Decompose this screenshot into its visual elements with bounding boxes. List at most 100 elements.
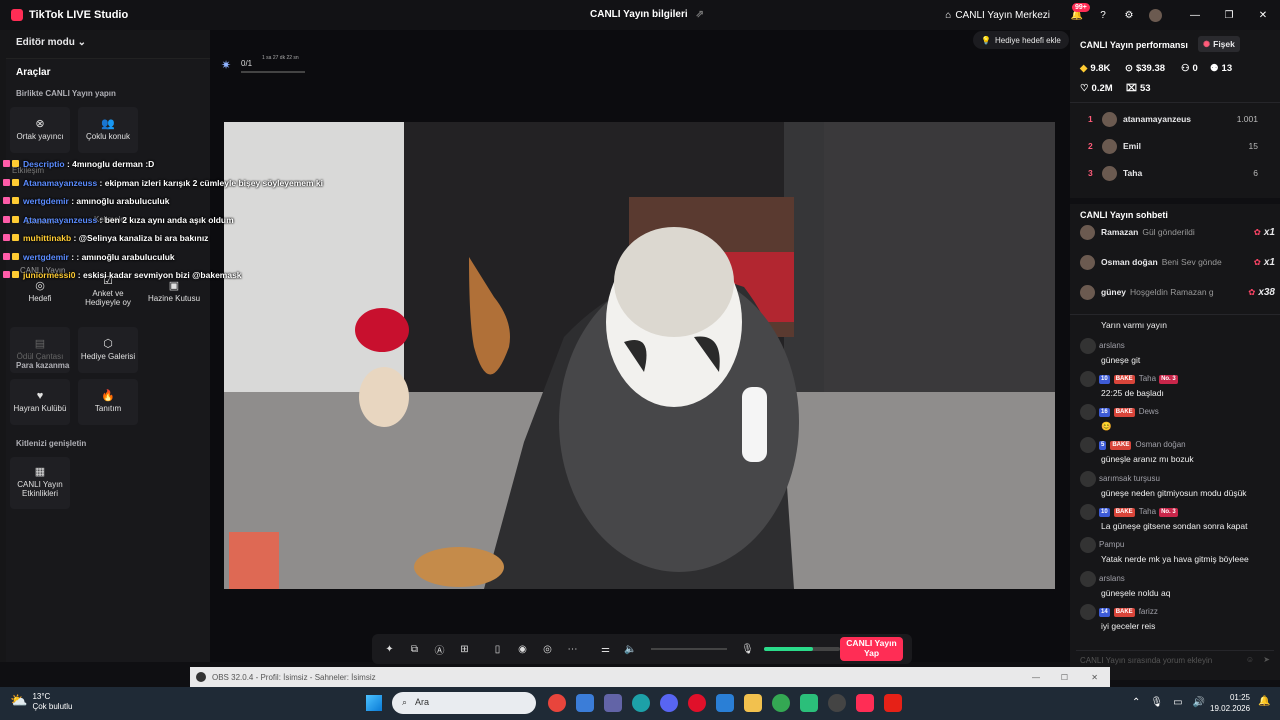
- mic-volume-slider[interactable]: [764, 647, 840, 651]
- tool-multiguest[interactable]: 👥 Çoklu konuk: [78, 107, 138, 153]
- mic-level-fill: [764, 647, 814, 651]
- mail-icon[interactable]: [716, 694, 734, 712]
- minimize-button[interactable]: —: [1178, 0, 1212, 30]
- chrome-active-icon[interactable]: [772, 694, 790, 712]
- fan-badge: BAKE: [1113, 407, 1135, 417]
- obs-icon[interactable]: [828, 694, 846, 712]
- right-panel: CANLI Yayın performansı ✺ Fişek ◆ 9.8K ⊙ $…: [1070, 30, 1280, 680]
- more-icon[interactable]: ⋯: [560, 644, 585, 655]
- chat-message[interactable]: 10 BAKE Taha No. 3 22:25 de başladı: [1080, 371, 1275, 399]
- speaker-volume-slider[interactable]: [651, 648, 727, 650]
- start-button[interactable]: [366, 695, 382, 711]
- gift-image-icon: ✿: [1253, 226, 1261, 237]
- tool-promote[interactable]: 🔥 Tanıtım: [78, 379, 138, 425]
- tray-chevron-icon[interactable]: ⌃: [1132, 697, 1140, 708]
- teams-icon[interactable]: [604, 694, 622, 712]
- obs-window-bar[interactable]: OBS 32.0.4 - Profil: İsimsiz - Sahneler:…: [190, 667, 1110, 687]
- live-info-title[interactable]: CANLI Yayın bilgileri ⇗: [590, 9, 704, 20]
- obs-minimize-button[interactable]: —: [1032, 673, 1040, 682]
- speaker-icon[interactable]: 🔈: [618, 644, 643, 655]
- tray-mic-icon[interactable]: 🎙: [1150, 697, 1163, 708]
- chrome-icon[interactable]: [548, 694, 566, 712]
- gifter-score: 1.001: [1236, 114, 1258, 124]
- ai-icon[interactable]: Ⓐ: [427, 642, 452, 657]
- portrait-icon[interactable]: ▯: [485, 644, 510, 655]
- editor-mode-dropdown[interactable]: Editör modu ⌄: [16, 37, 86, 48]
- tray-volume-icon[interactable]: 🔊: [1193, 697, 1205, 708]
- live-center-button[interactable]: ⌂ CANLI Yayın Merkezi: [945, 0, 1050, 30]
- edge-icon[interactable]: [632, 694, 650, 712]
- send-icon[interactable]: ➤: [1263, 655, 1270, 664]
- chat-message[interactable]: arslans güneşe git: [1080, 338, 1275, 366]
- overlay-chat-user: muhittinakb: [23, 233, 72, 243]
- chat-message[interactable]: Pampu Yatak nerde mk ya hava gitmiş böyle…: [1080, 537, 1275, 565]
- overlay-chat-text: : 4mınoglu derman :D: [64, 159, 155, 169]
- weather-widget[interactable]: ⛅ 13°C Çok bulutlu: [10, 692, 72, 712]
- add-gift-goal-button[interactable]: 💡 Hediye hedefi ekle: [973, 31, 1069, 49]
- settings-gear-icon[interactable]: ⚙: [1116, 0, 1142, 30]
- profile-avatar[interactable]: [1142, 0, 1168, 30]
- close-button[interactable]: ✕: [1246, 0, 1280, 30]
- scene-icon[interactable]: ⊞: [452, 644, 477, 655]
- obs-maximize-button[interactable]: ☐: [1061, 673, 1068, 682]
- gifter-row[interactable]: 1 atanamayanzeus 1.001: [1088, 108, 1278, 130]
- folder-icon[interactable]: [744, 694, 762, 712]
- tool-gift-gallery[interactable]: ⬡ Hediye Galerisi: [78, 327, 138, 373]
- gift-sender-avatar: [1080, 254, 1095, 270]
- tool-fanclub[interactable]: ♥ Hayran Kulübü: [10, 379, 70, 425]
- screenshot-icon[interactable]: ◎: [535, 644, 560, 655]
- level-badge-icon: [12, 197, 19, 204]
- windows-taskbar: ⛅ 13°C Çok bulutlu ⌕ Ara ⌃ 🎙 ▭ 🔊 01:25 19.…: [0, 687, 1280, 720]
- gift-image-icon: ✿: [1253, 256, 1261, 267]
- transform-icon[interactable]: ⧉: [402, 644, 427, 655]
- record-icon[interactable]: ◉: [510, 644, 535, 655]
- share-icon[interactable]: ⇗: [696, 9, 704, 20]
- overlay-chat-text: : eskisi kadar sevmiyon bizi @bakemask: [75, 270, 242, 280]
- chat-message[interactable]: 14 BAKE farizz iyi geceler reis: [1080, 604, 1275, 632]
- gift-goal-progress[interactable]: ✷ 0/1 1 sa 27 dk 22 sn: [219, 55, 309, 77]
- level-badge-icon: [12, 178, 19, 186]
- taskbar-search[interactable]: ⌕ Ara: [392, 692, 536, 714]
- go-live-button[interactable]: CANLI Yayın Yap: [840, 637, 903, 661]
- chat-message[interactable]: Yarın varmı yayın: [1080, 319, 1275, 331]
- overlay-chat-user: juniormessi0: [23, 270, 76, 280]
- level-badge-icon: [12, 271, 19, 278]
- gifter-row[interactable]: 3 Taha 6: [1088, 162, 1278, 184]
- home-icon: ⌂: [945, 9, 952, 21]
- goal-count: 0/1: [241, 59, 253, 68]
- magic-wand-icon[interactable]: ✦: [377, 644, 402, 655]
- chat-message[interactable]: sarımsak turşusu güneşe neden gitmiyosun …: [1080, 471, 1275, 499]
- microphone-icon[interactable]: 🎙: [735, 644, 760, 655]
- discord-icon[interactable]: [660, 694, 678, 712]
- live-info-label: CANLI Yayın bilgileri: [590, 9, 688, 20]
- chat-message[interactable]: 5 BAKE Osman doğan güneşle aranız mı bozuk: [1080, 437, 1275, 465]
- app-green-icon[interactable]: [800, 694, 818, 712]
- clock[interactable]: 01:25 19.02.2026: [1210, 692, 1250, 714]
- chat-message[interactable]: 10 BAKE Taha No. 3 La güneşe gitsene sondan …: [1080, 504, 1275, 532]
- users-icon: 👥: [101, 117, 115, 130]
- youtube-icon[interactable]: [884, 694, 902, 712]
- obs-close-button[interactable]: ✕: [1091, 673, 1098, 682]
- chat-avatar: [1080, 371, 1096, 387]
- section-together: Birlikte CANLI Yayın yapın: [16, 89, 116, 98]
- opera-icon[interactable]: [688, 694, 706, 712]
- mixer-icon[interactable]: ⚌: [593, 644, 618, 655]
- stat-followers: ⚉ 13: [1210, 63, 1232, 74]
- weather-temp: 13°C: [32, 692, 51, 701]
- chat-message[interactable]: arslans güneşele noldu aq: [1080, 571, 1275, 599]
- tray-network-icon[interactable]: ▭: [1173, 697, 1182, 708]
- chat-text: Yatak nerde mk ya hava gitmiş böyleee: [1101, 554, 1249, 564]
- gifter-row[interactable]: 2 Emil 15: [1088, 135, 1278, 157]
- chat-message[interactable]: 16 BAKE Dews 😊: [1080, 404, 1275, 432]
- help-icon[interactable]: ?: [1090, 0, 1116, 30]
- gifter-name: atanamayanzeus: [1123, 114, 1192, 124]
- notification-bell-icon[interactable]: 🔔: [1258, 696, 1270, 707]
- emoji-icon[interactable]: ☺: [1246, 655, 1254, 664]
- maximize-button[interactable]: ❐: [1212, 0, 1246, 30]
- tool-live-events[interactable]: ▦ CANLI Yayın Etkinlikleri: [10, 457, 70, 509]
- store-icon[interactable]: [576, 694, 594, 712]
- fisek-button[interactable]: ✺ Fişek: [1198, 36, 1240, 52]
- chat-username: arslans: [1099, 574, 1125, 583]
- tool-cohost[interactable]: ⊗ Ortak yayıncı: [10, 107, 70, 153]
- tiktok-icon[interactable]: [856, 694, 874, 712]
